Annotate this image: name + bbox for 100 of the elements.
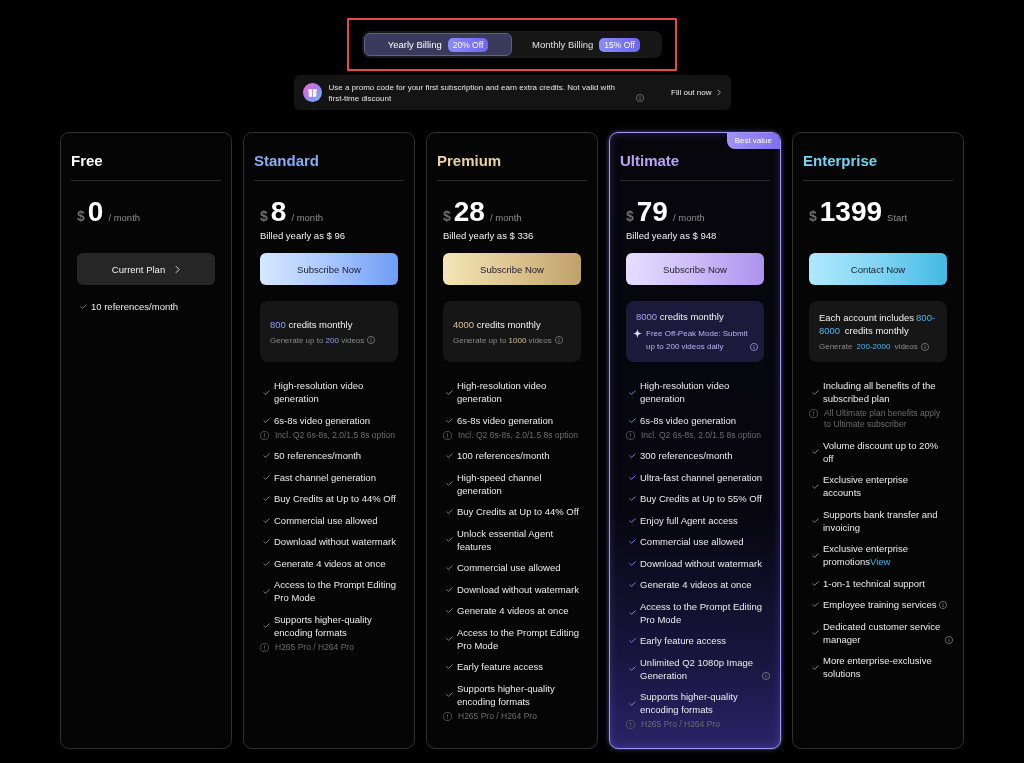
check-icon bbox=[263, 623, 270, 628]
check-icon bbox=[446, 565, 453, 570]
note-text: All Ultimate plan benefits apply to Ultimate subscriber bbox=[824, 408, 942, 430]
check-icon bbox=[629, 582, 636, 587]
feature-text: High-resolution video generation bbox=[640, 379, 731, 405]
feature-text: Buy Credits at Up to 44% Off bbox=[457, 505, 579, 518]
check-icon bbox=[629, 474, 636, 480]
check-icon bbox=[263, 517, 270, 523]
feature-text: Including all benefits of the subscribed plan bbox=[823, 379, 937, 405]
check-icon bbox=[446, 389, 453, 395]
gift-icon bbox=[302, 83, 322, 102]
current-plan-button[interactable]: Current Plan bbox=[77, 253, 215, 285]
feature-text: Download without watermark bbox=[457, 582, 579, 596]
currency-symbol: $ bbox=[77, 208, 85, 224]
check-icon bbox=[263, 417, 270, 423]
check-icon bbox=[812, 552, 819, 558]
alert-icon bbox=[626, 720, 635, 729]
billing-note: Billed yearly as $ 948 bbox=[626, 230, 717, 241]
plan-title: Premium bbox=[437, 152, 503, 170]
feature-text: Access to the Prompt Editing Pro Mode bbox=[457, 625, 580, 652]
check-icon bbox=[812, 664, 819, 670]
subscribe-button[interactable]: Subscribe Now bbox=[626, 253, 764, 285]
feature-text: Download without watermark bbox=[640, 556, 762, 570]
feature-text: Volume discount up to 20% off bbox=[823, 438, 940, 465]
billing-tab[interactable]: Yearly Billing 20% Off bbox=[364, 33, 512, 56]
feature-text: Exclusive enterprise promotionsView bbox=[823, 542, 909, 568]
check-icon bbox=[812, 449, 819, 454]
feature-text: More enterprise-exclusive solutions bbox=[823, 654, 933, 680]
feature-text: Commercial use allowed bbox=[457, 561, 561, 574]
videos-text: Generate 200-2000 videos bbox=[819, 341, 918, 352]
billing-tab[interactable]: Monthly Billing 15% Off bbox=[512, 33, 660, 56]
note-text: H265 Pro / H264 Pro bbox=[641, 719, 721, 730]
best-value-badge: Best value bbox=[726, 133, 780, 149]
feature-text: 50 references/month bbox=[274, 449, 362, 462]
check-icon bbox=[629, 517, 636, 523]
feature-text: 100 references/month bbox=[457, 449, 550, 462]
feature-text: Unlimited Q2 1080p Image Generation bbox=[640, 655, 754, 682]
view-link[interactable]: View bbox=[870, 556, 891, 567]
check-icon bbox=[446, 636, 453, 641]
check-icon bbox=[629, 610, 636, 615]
check-icon bbox=[629, 389, 636, 395]
currency-symbol: $ bbox=[626, 208, 634, 224]
check-icon bbox=[446, 586, 453, 592]
feature-text: Buy Credits at Up to 44% Off bbox=[274, 492, 396, 505]
price-period: / month bbox=[672, 212, 705, 223]
feature-text: Access to the Prompt Editing Pro Mode bbox=[274, 578, 397, 604]
check-icon bbox=[446, 608, 453, 613]
feature-text: Commercial use allowed bbox=[274, 513, 378, 527]
check-icon bbox=[446, 692, 453, 697]
currency-symbol: $ bbox=[809, 208, 817, 224]
price-amount: 8 bbox=[270, 197, 287, 227]
check-icon bbox=[263, 389, 270, 395]
feature-text: Supports higher-quality encoding formats bbox=[457, 681, 556, 708]
price-amount: 28 bbox=[453, 197, 485, 227]
fill-out-link[interactable]: Fill out now bbox=[671, 88, 721, 97]
check-icon bbox=[812, 602, 819, 607]
alert-icon bbox=[809, 409, 818, 418]
credits-text: 800 credits monthly bbox=[270, 317, 354, 331]
feature-text: Fast channel generation bbox=[274, 470, 376, 484]
note-text: Incl. Q2 6s-8s, 2.0/1.5 8s option bbox=[275, 429, 396, 441]
alert-icon bbox=[443, 430, 452, 440]
alert-icon bbox=[626, 430, 635, 440]
feature-text: 6s-8s video generation bbox=[274, 413, 371, 427]
price-amount: 79 bbox=[636, 197, 668, 227]
check-icon bbox=[80, 304, 87, 309]
check-icon bbox=[629, 453, 636, 458]
videos-text: Generate up to 1000 videos bbox=[453, 334, 552, 346]
plan-title: Free bbox=[71, 152, 104, 170]
feature-text: Employee training services bbox=[823, 598, 937, 611]
credits-text: 4000 credits monthly bbox=[453, 317, 542, 331]
check-icon bbox=[446, 537, 453, 542]
check-icon bbox=[629, 560, 636, 566]
currency-symbol: $ bbox=[260, 208, 268, 224]
feature-text: Enjoy full Agent access bbox=[640, 513, 738, 527]
check-icon bbox=[812, 580, 819, 586]
feature-text: Commercial use allowed bbox=[640, 535, 744, 548]
sparkle-icon bbox=[633, 329, 642, 338]
price-amount: 0 bbox=[87, 197, 104, 227]
feature-text: High-speed channel generation bbox=[457, 470, 543, 497]
check-icon bbox=[629, 666, 636, 671]
currency-symbol: $ bbox=[443, 208, 451, 224]
plan-title: Enterprise bbox=[803, 152, 879, 170]
note-text: Incl. Q2 6s-8s, 2.0/1.5 8s option bbox=[458, 429, 579, 441]
plan-title: Standard bbox=[254, 152, 320, 170]
subscribe-button[interactable]: Subscribe Now bbox=[260, 253, 398, 285]
promo-text: Use a promo code for your first subscription and earn extra credits. Not valid with first-time discount bbox=[328, 81, 616, 104]
feature-text: Download without watermark bbox=[274, 535, 396, 548]
check-icon bbox=[263, 474, 270, 480]
feature-text: Early feature access bbox=[640, 634, 727, 647]
note-text: H265 Pro / H264 Pro bbox=[275, 641, 355, 653]
check-icon bbox=[263, 588, 270, 594]
feature-text: Access to the Prompt Editing Pro Mode bbox=[640, 599, 763, 626]
feature-text: 6s-8s video generation bbox=[640, 413, 737, 427]
subscribe-button[interactable]: Subscribe Now bbox=[443, 253, 581, 285]
feature-text: Supports bank transfer and invoicing bbox=[823, 507, 939, 534]
check-icon bbox=[629, 700, 636, 706]
feature-text: Generate 4 videos at once bbox=[274, 556, 386, 570]
check-icon bbox=[629, 496, 636, 501]
videos-text: Generate up to 200 videos bbox=[270, 334, 365, 346]
contact-button[interactable]: Contact Now bbox=[809, 253, 947, 285]
